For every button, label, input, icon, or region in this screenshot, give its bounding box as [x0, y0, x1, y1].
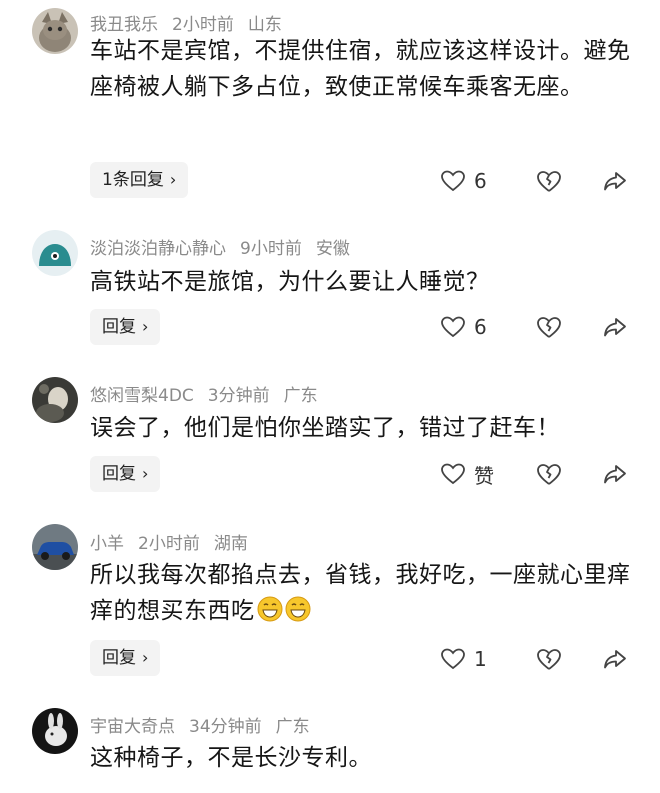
- reply-button[interactable]: 1条回复 ›: [90, 162, 189, 198]
- timestamp: 3分钟前: [207, 386, 270, 406]
- username[interactable]: 我丑我乐: [90, 15, 158, 35]
- heart-icon: [441, 316, 465, 338]
- location: 广东: [275, 717, 310, 737]
- heart-icon: [441, 170, 465, 192]
- location: 湖南: [213, 534, 248, 554]
- username[interactable]: 小羊: [90, 534, 124, 554]
- like-button[interactable]: 赞: [440, 459, 494, 489]
- location: 山东: [247, 15, 282, 35]
- like-count: 6: [474, 169, 487, 193]
- heart-icon: [441, 463, 465, 485]
- reply-label: 1条回复: [102, 170, 164, 190]
- comment-meta: 小羊 2小时前 湖南: [90, 529, 262, 554]
- white-rabbit-avatar-icon[interactable]: [32, 708, 78, 754]
- share-icon[interactable]: [603, 648, 627, 670]
- blue-car-avatar-icon[interactable]: [32, 524, 78, 570]
- chevron-right-icon: ›: [142, 317, 149, 336]
- cat-avatar-icon[interactable]: [32, 8, 78, 54]
- comment-meta: 悠闲雪梨4DC 3分钟前 广东: [90, 381, 332, 406]
- reply-button[interactable]: 回复 ›: [90, 640, 161, 676]
- username[interactable]: 悠闲雪梨4DC: [90, 386, 194, 406]
- broken-heart-icon[interactable]: [535, 461, 563, 487]
- comment-text: 所以我每次都掐点去，省钱，我好吃，一座就心里痒痒的想买东西吃: [90, 557, 640, 629]
- comment-meta: 我丑我乐 2小时前 山东: [90, 10, 296, 35]
- reply-label: 回复: [102, 464, 136, 484]
- comment-meta: 宇宙大奇点 34分钟前 广东: [90, 712, 324, 737]
- timestamp: 2小时前: [138, 534, 200, 554]
- broken-heart-icon[interactable]: [535, 168, 563, 194]
- comment-text: 这种椅子，不是长沙专利。: [90, 745, 372, 771]
- dark-photo-avatar-icon[interactable]: [32, 377, 78, 423]
- grinning-face-icon: [285, 596, 310, 622]
- like-button[interactable]: 6: [440, 166, 487, 196]
- username[interactable]: 宇宙大奇点: [90, 717, 175, 737]
- teal-cartoon-avatar-icon[interactable]: [32, 230, 78, 276]
- grinning-face-icon: [257, 596, 282, 622]
- reply-label: 回复: [102, 317, 136, 337]
- comment-text: 高铁站不是旅馆，为什么要让人睡觉？: [90, 269, 490, 295]
- chevron-right-icon: ›: [169, 170, 177, 189]
- broken-heart-icon[interactable]: [535, 646, 563, 672]
- chevron-right-icon: ›: [142, 464, 149, 483]
- like-count: 6: [474, 315, 487, 339]
- like-button[interactable]: 6: [440, 312, 487, 342]
- chevron-right-icon: ›: [142, 648, 149, 667]
- username[interactable]: 淡泊淡泊静心静心: [90, 239, 226, 259]
- location: 安徽: [315, 239, 350, 259]
- share-icon[interactable]: [603, 170, 627, 192]
- comment-text-body: 所以我每次都掐点去，省钱，我好吃，一座就心里痒痒的想买东西吃: [90, 562, 631, 624]
- like-button[interactable]: 1: [440, 644, 487, 674]
- timestamp: 34分钟前: [189, 717, 262, 737]
- comment-text: 车站不是宾馆，不提供住宿，就应该这样设计。避免座椅被人躺下多占位，致使正常候车乘…: [90, 38, 631, 100]
- share-icon[interactable]: [603, 463, 627, 485]
- comment-meta: 淡泊淡泊静心静心 9小时前 安徽: [90, 234, 364, 259]
- heart-icon: [441, 648, 465, 670]
- like-count: 1: [474, 647, 487, 671]
- location: 广东: [283, 386, 318, 406]
- share-icon[interactable]: [603, 316, 627, 338]
- timestamp: 9小时前: [240, 239, 302, 259]
- reply-button[interactable]: 回复 ›: [90, 456, 161, 492]
- reply-button[interactable]: 回复 ›: [90, 309, 161, 345]
- reply-label: 回复: [102, 648, 136, 668]
- timestamp: 2小时前: [172, 15, 234, 35]
- comment-text: 误会了，他们是怕你坐踏实了，错过了赶车！: [90, 415, 560, 441]
- broken-heart-icon[interactable]: [535, 314, 563, 340]
- like-count: 赞: [474, 463, 494, 488]
